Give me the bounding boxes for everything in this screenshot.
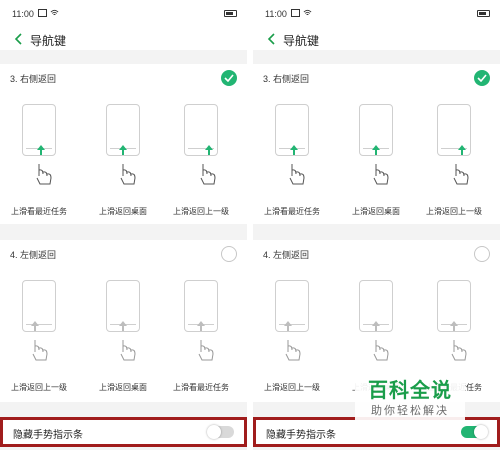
option-label: 上滑看最近任务 [11, 207, 67, 216]
up-arrow-icon [290, 145, 298, 155]
hand-gesture-icon [451, 340, 467, 361]
unselected-radio-icon[interactable] [221, 246, 237, 262]
page-title: 导航键 [30, 34, 67, 48]
message-icon [291, 9, 300, 17]
hand-gesture-icon [285, 340, 301, 361]
hand-gesture-icon [200, 164, 216, 185]
up-arrow-icon [372, 145, 380, 155]
up-arrow-icon [37, 145, 45, 155]
wifi-icon [50, 9, 59, 16]
status-time: 11:00 [265, 9, 287, 19]
section-title: 4. 左侧返回 [263, 250, 310, 260]
watermark-logo: 百科全说 助你轻松解决 [355, 372, 465, 424]
option-label: 上滑返回桌面 [99, 383, 147, 392]
selected-check-icon[interactable] [221, 70, 237, 86]
hide-gesture-bar-row[interactable]: 隐藏手势指示条 [0, 417, 247, 447]
option-label: 上滑返回上一级 [426, 207, 482, 216]
hand-gesture-icon [373, 164, 389, 185]
hand-gesture-icon [289, 164, 305, 185]
status-time: 11:00 [12, 9, 34, 19]
hand-gesture-icon [198, 340, 214, 361]
message-icon [38, 9, 47, 17]
watermark-title: 百科全说 [368, 380, 452, 402]
back-arrow-icon[interactable] [12, 32, 26, 46]
toggle-label: 隐藏手势指示条 [13, 430, 83, 441]
hide-gesture-bar-switch[interactable] [207, 425, 234, 439]
hide-gesture-bar-switch[interactable] [461, 425, 488, 439]
battery-icon [224, 10, 237, 17]
page-title: 导航键 [283, 34, 320, 48]
status-bar: 11:00 [0, 0, 247, 28]
selected-check-icon[interactable] [474, 70, 490, 86]
hand-gesture-icon [373, 340, 389, 361]
unselected-radio-icon[interactable] [474, 246, 490, 262]
up-arrow-icon [372, 321, 380, 331]
back-arrow-icon[interactable] [265, 32, 279, 46]
option-label: 上滑返回桌面 [352, 207, 400, 216]
up-arrow-icon [450, 321, 458, 331]
battery-icon [477, 10, 490, 17]
section-title: 4. 左侧返回 [10, 250, 57, 260]
status-bar: 11:00 [253, 0, 500, 28]
hand-gesture-icon [32, 340, 48, 361]
up-arrow-icon [205, 145, 213, 155]
hand-gesture-icon [120, 340, 136, 361]
option-label: 上滑返回上一级 [11, 383, 67, 392]
nav-bar: 导航键 [253, 28, 500, 50]
up-arrow-icon [119, 145, 127, 155]
watermark-subtitle: 助你轻松解决 [371, 405, 449, 417]
nav-bar: 导航键 [0, 28, 247, 50]
screen-left: 11:00 导航键 3. 右侧返回 上滑看最近任务 上滑返回桌面 上滑返回上一级… [0, 0, 247, 450]
toggle-label: 隐藏手势指示条 [266, 430, 336, 441]
section-title: 3. 右侧返回 [263, 74, 310, 84]
option-label: 上滑返回上一级 [173, 207, 229, 216]
up-arrow-icon [458, 145, 466, 155]
wifi-icon [303, 9, 312, 16]
up-arrow-icon [119, 321, 127, 331]
option-label: 上滑返回桌面 [99, 207, 147, 216]
hand-gesture-icon [120, 164, 136, 185]
option-label: 上滑看最近任务 [173, 383, 229, 392]
section-right-back[interactable]: 3. 右侧返回 上滑看最近任务 上滑返回桌面 上滑返回上一级 [253, 64, 500, 224]
section-title: 3. 右侧返回 [10, 74, 57, 84]
up-arrow-icon [197, 321, 205, 331]
hand-gesture-icon [36, 164, 52, 185]
up-arrow-icon [284, 321, 292, 331]
option-label: 上滑看最近任务 [264, 207, 320, 216]
option-label: 上滑返回上一级 [264, 383, 320, 392]
hand-gesture-icon [453, 164, 469, 185]
up-arrow-icon [31, 321, 39, 331]
section-left-back[interactable]: 4. 左侧返回 上滑返回上一级 上滑返回桌面 上滑看最近任务 [0, 240, 247, 402]
section-right-back[interactable]: 3. 右侧返回 上滑看最近任务 上滑返回桌面 上滑返回上一级 [0, 64, 247, 224]
